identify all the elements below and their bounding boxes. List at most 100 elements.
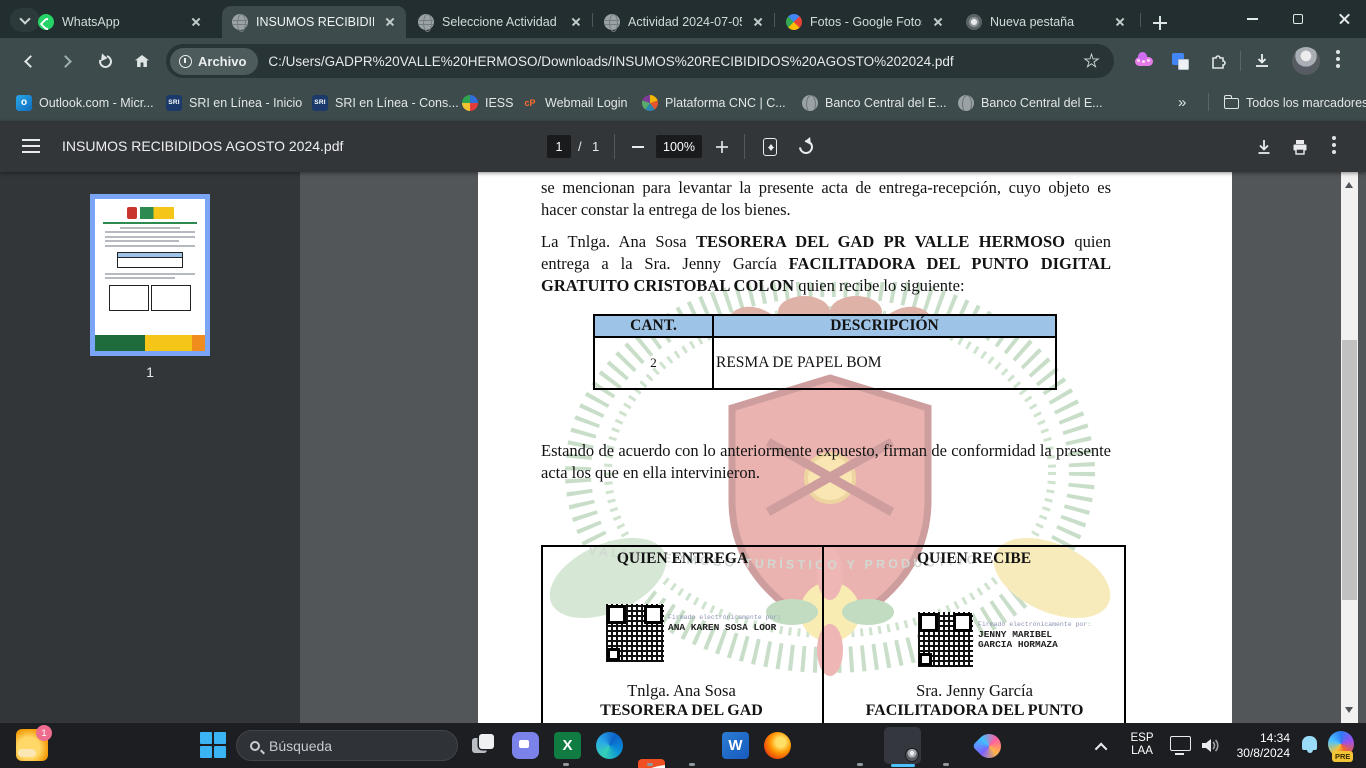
- tab-separator: [774, 13, 775, 27]
- scheme-chip[interactable]: Archivo: [170, 48, 258, 75]
- network-icon[interactable]: [1170, 736, 1191, 751]
- bookmark-plataforma-cnc[interactable]: Plataforma CNC | C...: [636, 90, 792, 115]
- bookmark-webmail[interactable]: cP Webmail Login: [516, 90, 633, 115]
- start-button[interactable]: [200, 732, 226, 758]
- downloads-button[interactable]: [1250, 49, 1274, 73]
- extension-weather-icon[interactable]: [1132, 49, 1156, 73]
- close-tab-icon[interactable]: [1112, 14, 1128, 30]
- browser-menu-kebab-icon[interactable]: [1336, 50, 1340, 54]
- sign-left-header: QUIEN ENTREGA: [617, 550, 748, 567]
- page-number-input[interactable]: [547, 135, 571, 158]
- back-button[interactable]: [14, 46, 44, 76]
- tab-actividad[interactable]: Actividad 2024-07-05: [594, 6, 774, 38]
- firefox-icon[interactable]: [764, 732, 791, 759]
- pdf-viewport: VALLE HERMOSO TURÍSTICO Y PRODUCTIVO se …: [300, 172, 1341, 723]
- close-tab-icon[interactable]: [930, 14, 946, 30]
- window-maximize-button[interactable]: [1276, 0, 1320, 38]
- bookmark-banco-central-2[interactable]: Banco Central del E...: [952, 90, 1109, 115]
- windows-logo-icon: [214, 746, 226, 758]
- tab-google-fotos[interactable]: Fotos - Google Fotos: [776, 6, 954, 38]
- pdf-page: VALLE HERMOSO TURÍSTICO Y PRODUCTIVO se …: [478, 172, 1232, 723]
- tray-expand-chevron-icon[interactable]: [1095, 743, 1108, 756]
- close-tab-icon[interactable]: [382, 14, 398, 30]
- new-tab-button[interactable]: [1146, 9, 1174, 37]
- zoom-out-button[interactable]: [624, 133, 652, 161]
- scroll-down-icon[interactable]: [1345, 707, 1353, 717]
- home-icon: [135, 55, 149, 67]
- sri-icon: SRI: [312, 95, 328, 111]
- tab-insumos-pdf[interactable]: INSUMOS RECIBIDID: [222, 6, 406, 38]
- rotate-icon: [796, 137, 816, 157]
- widget-badge: 1: [36, 725, 52, 741]
- taskbar-search[interactable]: [236, 730, 458, 761]
- tab-label: INSUMOS RECIBIDID: [256, 15, 374, 29]
- task-view-button[interactable]: [470, 732, 497, 759]
- all-bookmarks-button[interactable]: Todos los marcadores: [1218, 90, 1366, 115]
- notifications-bell-icon[interactable]: [1302, 736, 1317, 750]
- bookmark-banco-central-1[interactable]: Banco Central del E...: [796, 90, 953, 115]
- thumb-line: [120, 227, 180, 229]
- paragraph-closing: Estando de acuerdo con lo anteriormente …: [541, 440, 1111, 484]
- pdf-download-button[interactable]: [1250, 133, 1278, 161]
- reload-button[interactable]: [90, 46, 120, 76]
- zoom-in-button[interactable]: [708, 133, 736, 161]
- bookmark-sri-consultas[interactable]: SRI SRI en Línea - Cons...: [306, 90, 465, 115]
- fit-to-page-button[interactable]: [756, 133, 784, 161]
- thumb-line: [105, 277, 175, 279]
- thumb-footer-green: [95, 335, 145, 351]
- esign-right: Firmado electrónicamente por: JENNY MARI…: [978, 620, 1091, 650]
- edge-icon[interactable]: [596, 732, 623, 759]
- translate-icon[interactable]: [1168, 49, 1192, 73]
- download-icon: [1255, 138, 1273, 156]
- bookmark-outlook[interactable]: o Outlook.com - Micr...: [10, 90, 160, 115]
- tab-seleccione-actividad[interactable]: Seleccione Actividad: [408, 6, 592, 38]
- teams-chat-icon[interactable]: [512, 732, 539, 759]
- thumb-footer-yellow: [145, 335, 192, 351]
- volume-icon[interactable]: [1200, 737, 1220, 754]
- window-close-button[interactable]: [1322, 0, 1366, 38]
- flame-app-icon[interactable]: [972, 729, 1006, 763]
- google-photos-icon: [786, 14, 802, 30]
- search-input[interactable]: [269, 738, 450, 754]
- close-tab-icon[interactable]: [188, 14, 204, 30]
- extensions-puzzle-icon[interactable]: [1206, 49, 1230, 73]
- scroll-up-icon[interactable]: [1345, 178, 1353, 188]
- page-thumbnail[interactable]: [90, 194, 210, 356]
- word-icon[interactable]: W: [722, 732, 749, 759]
- scheme-chip-label: Archivo: [198, 54, 246, 69]
- bookmark-label: Plataforma CNC | C...: [665, 96, 786, 110]
- outlook-icon: o: [16, 95, 32, 111]
- tab-whatsapp[interactable]: WhatsApp: [28, 6, 220, 38]
- pdf-menu-kebab-icon[interactable]: [1332, 136, 1336, 140]
- rotate-button[interactable]: [792, 133, 820, 161]
- bookmark-star-icon[interactable]: [1083, 53, 1100, 70]
- pdf-print-button[interactable]: [1286, 133, 1314, 161]
- scrollbar-thumb[interactable]: [1342, 340, 1357, 600]
- pdf-menu-hamburger-icon[interactable]: [22, 139, 40, 141]
- tab-label: Fotos - Google Fotos: [810, 15, 922, 29]
- tab-label: Nueva pestaña: [990, 15, 1104, 29]
- profile-avatar[interactable]: [1292, 47, 1320, 75]
- bookmark-iess[interactable]: IESS: [456, 90, 520, 115]
- windows-taskbar: 1 X W ESP LAA 14:34 30/8/2024 P: [0, 723, 1366, 768]
- bookmarks-bar: o Outlook.com - Micr... SRI SRI en Línea…: [0, 84, 1366, 121]
- vertical-scrollbar[interactable]: [1341, 172, 1358, 723]
- globe-icon: [958, 95, 974, 111]
- close-tab-icon[interactable]: [750, 14, 766, 30]
- url-text[interactable]: C:/Users/GADPR%20VALLE%20HERMOSO/Downloa…: [268, 54, 1083, 69]
- excel-icon[interactable]: X: [554, 732, 581, 759]
- zoom-level[interactable]: 100%: [656, 135, 702, 158]
- chrome-profile-mini-avatar: [905, 748, 919, 762]
- close-tab-icon[interactable]: [568, 14, 584, 30]
- forward-button[interactable]: [52, 46, 82, 76]
- document-globe-icon: [604, 14, 620, 30]
- tab-nueva-pestana[interactable]: Nueva pestaña: [956, 6, 1136, 38]
- window-minimize-button[interactable]: [1230, 0, 1274, 38]
- bookmark-sri-inicio[interactable]: SRI SRI en Línea - Inicio: [160, 90, 308, 115]
- windows-logo-icon: [200, 746, 212, 758]
- address-bar[interactable]: Archivo C:/Users/GADPR%20VALLE%20HERMOSO…: [166, 44, 1114, 78]
- language-indicator[interactable]: ESP LAA: [1120, 732, 1164, 758]
- home-button[interactable]: [127, 46, 157, 76]
- bookmarks-overflow-button[interactable]: »: [1172, 90, 1192, 115]
- clock[interactable]: 14:34 30/8/2024: [1218, 731, 1290, 760]
